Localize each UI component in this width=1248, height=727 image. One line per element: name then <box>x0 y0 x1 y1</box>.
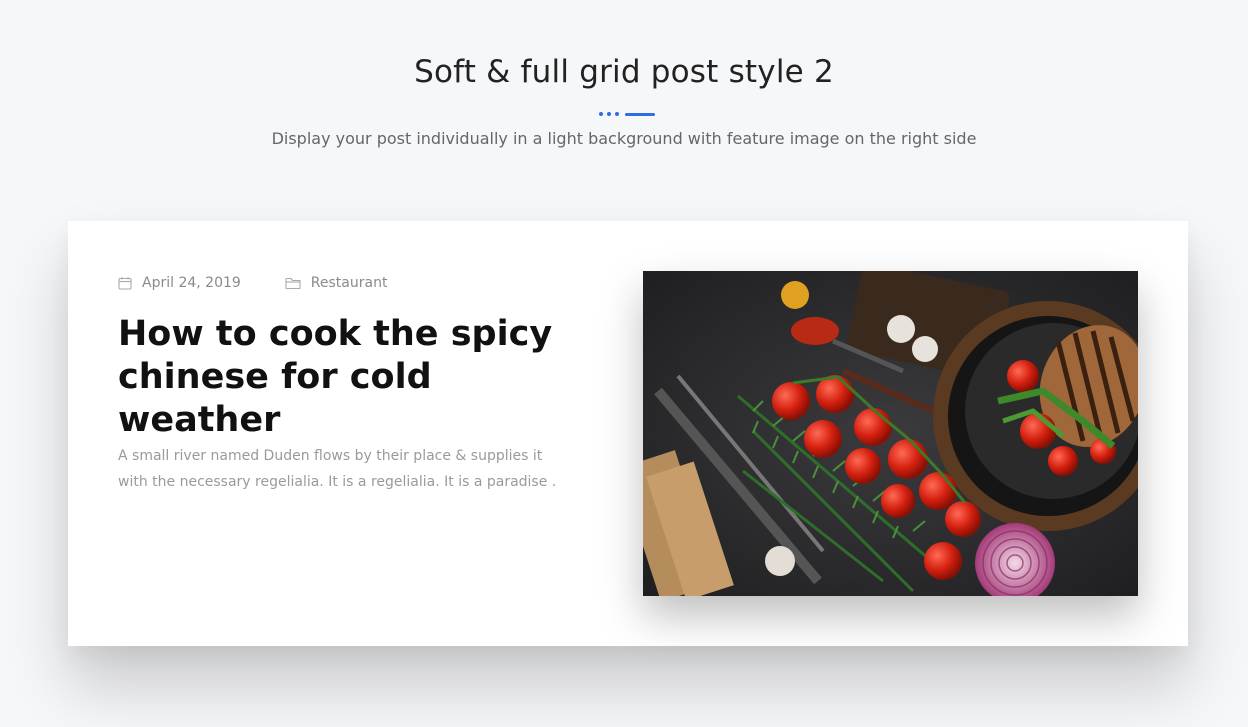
post-excerpt: A small river named Duden flows by their… <box>118 448 557 490</box>
title-divider <box>599 112 655 116</box>
post-title[interactable]: How to cook the spicy chinese for cold w… <box>118 313 588 442</box>
post-category-label: Restaurant <box>310 275 388 291</box>
post-card: April 24, 2019 Restaurant How to cook th… <box>68 221 1188 646</box>
calendar-icon <box>118 277 132 290</box>
divider-dot <box>607 112 611 116</box>
section-subtitle: Display your post individually in a ligh… <box>271 129 977 148</box>
post-category[interactable]: Restaurant <box>285 275 388 291</box>
folder-icon <box>285 277 301 290</box>
post-date-label: April 24, 2019 <box>142 275 241 291</box>
food-photo <box>643 271 1138 596</box>
divider-dot <box>599 112 603 116</box>
divider-dot <box>615 112 619 116</box>
post-meta: April 24, 2019 Restaurant <box>118 275 387 291</box>
post-date[interactable]: April 24, 2019 <box>118 275 241 291</box>
section-title: Soft & full grid post style 2 <box>414 54 834 90</box>
divider-bar <box>625 112 655 116</box>
feature-image[interactable] <box>643 271 1138 596</box>
